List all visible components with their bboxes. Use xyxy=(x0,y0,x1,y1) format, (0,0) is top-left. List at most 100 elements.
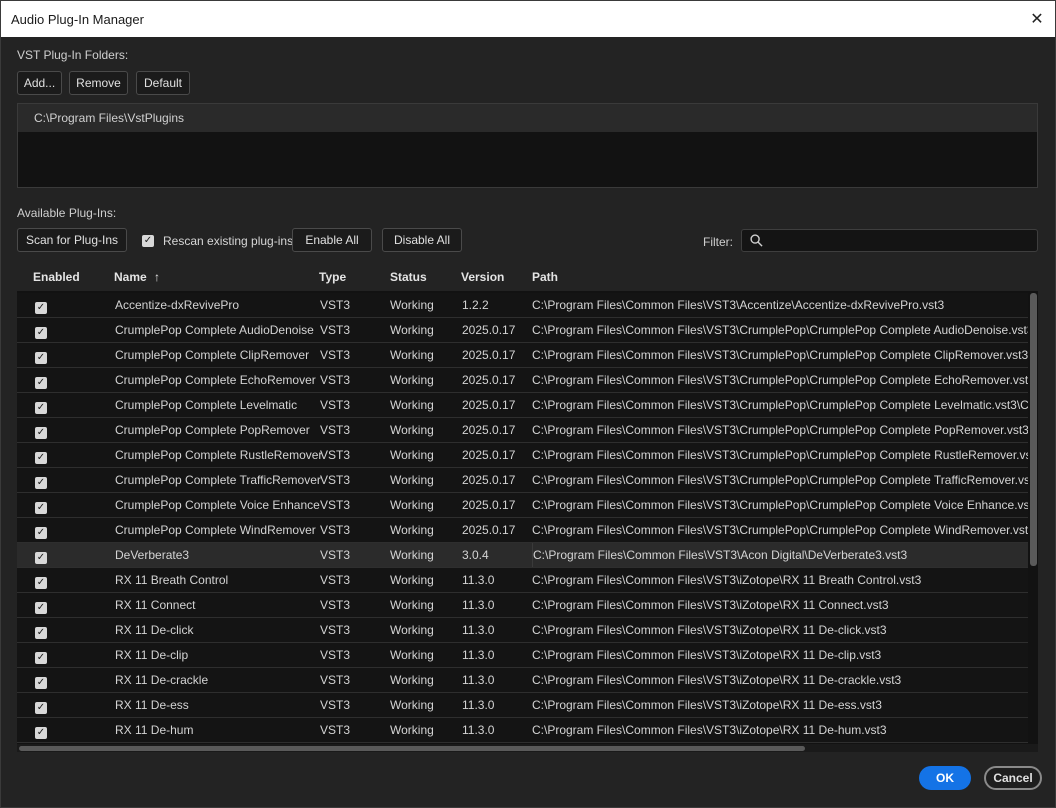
table-row[interactable]: ✓ CrumplePop Complete AudioDenoise VST3 Wor… xyxy=(17,318,1028,343)
sort-ascending-icon: ↑ xyxy=(154,270,161,284)
checkbox-checked-icon[interactable]: ✓ xyxy=(35,302,47,314)
enabled-checkbox[interactable]: ✓ xyxy=(35,624,47,639)
column-type[interactable]: Type xyxy=(319,270,346,284)
table-row[interactable]: ✓ CrumplePop Complete PopRemover VST3 Worki… xyxy=(17,418,1028,443)
column-path[interactable]: Path xyxy=(532,270,558,284)
enabled-checkbox[interactable]: ✓ xyxy=(35,699,47,714)
table-row[interactable]: ✓ CrumplePop Complete WindRemover VST3 Work… xyxy=(17,518,1028,543)
plugin-type: VST3 xyxy=(320,473,351,487)
enabled-checkbox[interactable]: ✓ xyxy=(35,574,47,589)
checkbox-checked-icon[interactable]: ✓ xyxy=(35,702,47,714)
checkbox-checked-icon[interactable]: ✓ xyxy=(35,652,47,664)
checkbox-checked-icon[interactable]: ✓ xyxy=(35,727,47,739)
table-row[interactable]: ✓ RX 11 De-clip VST3 Working 11.3.0 C:\Progra… xyxy=(17,643,1028,668)
enabled-checkbox[interactable]: ✓ xyxy=(35,349,47,364)
checkbox-checked-icon[interactable]: ✓ xyxy=(35,577,47,589)
enabled-checkbox[interactable]: ✓ xyxy=(35,549,47,564)
plugin-status: Working xyxy=(390,423,434,437)
plugin-version: 2025.0.17 xyxy=(462,373,516,387)
column-version[interactable]: Version xyxy=(461,270,504,284)
checkbox-checked-icon[interactable]: ✓ xyxy=(35,527,47,539)
scan-plugins-button[interactable]: Scan for Plug-Ins xyxy=(17,228,127,252)
plugin-name: CrumplePop Complete TrafficRemover xyxy=(115,473,321,487)
enabled-checkbox[interactable]: ✓ xyxy=(35,649,47,664)
cancel-button[interactable]: Cancel xyxy=(984,766,1042,790)
remove-folder-button[interactable]: Remove xyxy=(69,71,128,95)
enabled-checkbox[interactable]: ✓ xyxy=(35,524,47,539)
enabled-checkbox[interactable]: ✓ xyxy=(35,324,47,339)
table-row[interactable]: ✓ RX 11 Connect VST3 Working 11.3.0 C:\Progra… xyxy=(17,593,1028,618)
disable-all-button[interactable]: Disable All xyxy=(382,228,462,252)
plugin-status: Working xyxy=(390,598,434,612)
plugin-status: Working xyxy=(390,398,434,412)
enabled-checkbox[interactable]: ✓ xyxy=(35,449,47,464)
table-row[interactable]: ✓ CrumplePop Complete TrafficRemover VST3 W… xyxy=(17,468,1028,493)
enabled-checkbox[interactable]: ✓ xyxy=(35,674,47,689)
checkbox-checked-icon[interactable]: ✓ xyxy=(35,627,47,639)
table-row[interactable]: ✓ CrumplePop Complete Voice Enhance VST3 Wo… xyxy=(17,493,1028,518)
folder-list[interactable]: C:\Program Files\VstPlugins xyxy=(17,103,1038,188)
checkbox-checked-icon[interactable]: ✓ xyxy=(35,352,47,364)
plugin-path: C:\Program Files\Common Files\VST3\iZoto… xyxy=(532,673,902,687)
checkbox-checked-icon[interactable]: ✓ xyxy=(35,402,47,414)
enabled-checkbox[interactable]: ✓ xyxy=(35,499,47,514)
plugin-path: C:\Program Files\Common Files\VST3\Crump… xyxy=(532,498,1028,512)
enabled-checkbox[interactable]: ✓ xyxy=(35,374,47,389)
rescan-checkbox[interactable]: ✓ xyxy=(142,235,154,247)
filter-input[interactable] xyxy=(741,229,1038,252)
close-icon[interactable]: ✕ xyxy=(1025,7,1049,31)
rescan-checkbox-group[interactable]: ✓ Rescan existing plug-ins xyxy=(142,234,293,248)
table-row[interactable]: ✓ RX 11 De-ess VST3 Working 11.3.0 C:\Program… xyxy=(17,693,1028,718)
plugin-version: 11.3.0 xyxy=(462,723,495,737)
table-row[interactable]: ✓ CrumplePop Complete EchoRemover VST3 Work… xyxy=(17,368,1028,393)
enabled-checkbox[interactable]: ✓ xyxy=(35,299,47,314)
plugin-name: CrumplePop Complete PopRemover xyxy=(115,423,310,437)
column-enabled[interactable]: Enabled xyxy=(33,270,80,284)
table-row[interactable]: ✓ RX 11 Breath Control VST3 Working 11.3.0 C:… xyxy=(17,568,1028,593)
folder-item[interactable]: C:\Program Files\VstPlugins xyxy=(18,104,1037,132)
enabled-checkbox[interactable]: ✓ xyxy=(35,599,47,614)
default-folder-button[interactable]: Default xyxy=(136,71,190,95)
plugin-name: CrumplePop Complete Voice Enhance xyxy=(115,498,320,512)
table-row[interactable]: ✓ DeVerberate3 VST3 Working 3.0.4 C:\Program … xyxy=(17,543,1028,568)
plugin-type: VST3 xyxy=(320,323,351,337)
table-row[interactable]: ✓ CrumplePop Complete ClipRemover VST3 Work… xyxy=(17,343,1028,368)
plugins-table[interactable]: Enabled Name ↑ Type Status Version Path … xyxy=(17,263,1038,752)
plugin-version: 2025.0.17 xyxy=(462,473,516,487)
add-folder-button[interactable]: Add... xyxy=(17,71,62,95)
checkbox-checked-icon[interactable]: ✓ xyxy=(35,477,47,489)
checkbox-checked-icon[interactable]: ✓ xyxy=(35,452,47,464)
checkbox-checked-icon[interactable]: ✓ xyxy=(35,552,47,564)
table-row[interactable]: ✓ Accentize-dxRevivePro VST3 Working 1.2.2 C:… xyxy=(17,293,1028,318)
ok-button[interactable]: OK xyxy=(919,766,971,790)
table-row[interactable]: ✓ RX 11 De-click VST3 Working 11.3.0 C:\Progr… xyxy=(17,618,1028,643)
enabled-checkbox[interactable]: ✓ xyxy=(35,474,47,489)
enabled-checkbox[interactable]: ✓ xyxy=(35,724,47,739)
table-header: Enabled Name ↑ Type Status Version Path xyxy=(17,263,1038,291)
plugin-status: Working xyxy=(390,373,434,387)
enabled-checkbox[interactable]: ✓ xyxy=(35,399,47,414)
table-row[interactable]: ✓ CrumplePop Complete Levelmatic VST3 Worki… xyxy=(17,393,1028,418)
checkbox-checked-icon[interactable]: ✓ xyxy=(35,677,47,689)
plugin-name: CrumplePop Complete ClipRemover xyxy=(115,348,310,362)
horizontal-scrollbar[interactable] xyxy=(19,746,805,751)
vertical-scrollbar[interactable] xyxy=(1030,293,1037,566)
column-status[interactable]: Status xyxy=(390,270,427,284)
checkbox-checked-icon[interactable]: ✓ xyxy=(35,327,47,339)
plugin-version: 2025.0.17 xyxy=(462,398,516,412)
table-row[interactable]: ✓ RX 11 De-crackle VST3 Working 11.3.0 C:\Pro… xyxy=(17,668,1028,693)
checkbox-checked-icon[interactable]: ✓ xyxy=(35,377,47,389)
enabled-checkbox[interactable]: ✓ xyxy=(35,424,47,439)
table-row[interactable]: ✓ RX 11 De-hum VST3 Working 11.3.0 C:\Program… xyxy=(17,718,1028,743)
plugin-type: VST3 xyxy=(320,573,351,587)
checkbox-checked-icon[interactable]: ✓ xyxy=(35,602,47,614)
plugin-name: RX 11 De-click xyxy=(115,623,194,637)
plugin-type: VST3 xyxy=(320,598,351,612)
checkbox-checked-icon[interactable]: ✓ xyxy=(35,502,47,514)
column-name[interactable]: Name ↑ xyxy=(114,270,160,284)
plugin-path: C:\Program Files\Common Files\VST3\Crump… xyxy=(532,323,1028,337)
checkbox-checked-icon[interactable]: ✓ xyxy=(35,427,47,439)
plugin-version: 2025.0.17 xyxy=(462,523,516,537)
enable-all-button[interactable]: Enable All xyxy=(292,228,372,252)
table-row[interactable]: ✓ CrumplePop Complete RustleRemover VST3 Wo… xyxy=(17,443,1028,468)
